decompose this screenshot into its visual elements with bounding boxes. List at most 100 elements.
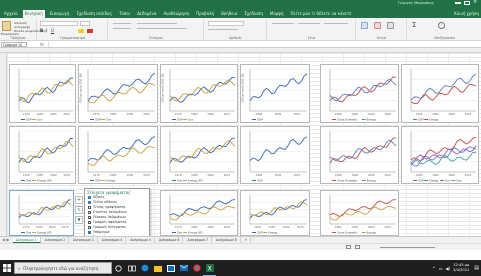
chart-c16[interactable]: 1980 1990 2000 2010 Gross Domestic Energy <box>320 190 399 236</box>
find-select-icon[interactable] <box>438 22 445 29</box>
ribbon-tab[interactable]: Κεντρική <box>22 9 45 18</box>
page-layout-icon[interactable] <box>355 245 360 249</box>
chart-c9[interactable]: 1970 1985 2000 2015 Gas Energy WD <box>160 126 238 184</box>
fx-icon[interactable]: fx <box>40 42 44 47</box>
series-line[interactable] <box>18 200 72 217</box>
number-format-dropdown[interactable] <box>208 21 244 26</box>
scroll-tabs-icon[interactable]: ◀ ▶ <box>2 237 9 242</box>
ribbon-tab[interactable]: Σχεδίαση σελίδας <box>74 10 114 18</box>
font-size-dropdown[interactable] <box>80 21 90 26</box>
ribbon-tab[interactable]: Σχεδίαση <box>242 10 265 18</box>
chart-c13[interactable]: 1970 1985 2000 2015 Gas Energy WD <box>9 190 74 236</box>
user-name[interactable]: Γιώργος Μαρινάκης <box>398 1 434 5</box>
store-icon[interactable] <box>164 260 177 276</box>
align-top-icon[interactable] <box>113 23 131 24</box>
chart-c7[interactable]: 1970 1985 2000 2015 Gas Energy WD <box>9 126 76 184</box>
share-button[interactable]: Κοινή χρήση <box>452 10 481 18</box>
series-line[interactable] <box>18 140 74 163</box>
wrap-text-button[interactable] <box>137 23 177 24</box>
ribbon-tab[interactable]: Τύποι <box>117 10 132 18</box>
series-line[interactable] <box>249 136 308 162</box>
series-line[interactable] <box>329 139 397 162</box>
maximize-icon[interactable] <box>464 1 470 5</box>
normal-view-icon[interactable] <box>346 245 351 249</box>
notifications-icon[interactable]: ▤ <box>474 265 479 271</box>
ribbon-tab[interactable]: Προβολή <box>194 10 216 18</box>
format-cells-icon[interactable] <box>387 22 394 29</box>
mail-icon[interactable] <box>177 260 190 276</box>
series-line[interactable] <box>87 136 156 162</box>
chart-c4[interactable]: 1985 2000 2015 GDP GDP per capita 2010 US$ <box>240 64 310 123</box>
network-icon[interactable]: ▭ <box>439 266 443 271</box>
chrome-icon[interactable] <box>190 260 203 276</box>
autosum-icon[interactable]: Σ <box>412 21 416 29</box>
cortana-icon[interactable] <box>112 260 125 276</box>
series-line[interactable] <box>249 201 308 217</box>
paste-icon[interactable] <box>2 21 11 31</box>
chart-c10[interactable]: 1985 2000 2015 GDP <box>240 126 310 184</box>
cell-styles-button[interactable] <box>324 23 348 24</box>
series-line[interactable] <box>169 79 236 102</box>
checkbox-icon[interactable] <box>88 226 91 229</box>
ribbon-tab[interactable]: Αναθεώρηση <box>161 10 191 18</box>
italic-button[interactable]: I <box>46 28 47 33</box>
series-line[interactable] <box>329 205 397 221</box>
ribbon-tab[interactable]: Πείτε μου τι θέλετε να κάνετε <box>289 10 354 18</box>
chart-c2[interactable]: 1970 1985 2000 2015 GDP Gov GDP per capita 201… <box>78 64 158 123</box>
series-line[interactable] <box>410 73 477 101</box>
checkbox-icon[interactable] <box>88 211 91 214</box>
bold-button[interactable]: B <box>40 28 43 33</box>
align-left-icon[interactable] <box>113 28 131 29</box>
checkbox-icon[interactable] <box>88 206 91 209</box>
chart-c15[interactable]: 1970 1985 2000 2015 GDP Energy <box>240 190 310 236</box>
chart-c1[interactable]: 1970 1985 2000 2015 GDP Gov <box>9 64 76 123</box>
ribbon-tab[interactable]: Βοήθεια <box>219 10 239 18</box>
checkbox-icon[interactable] <box>88 221 91 224</box>
checkbox-icon[interactable] <box>88 196 91 199</box>
chart-styles-button[interactable]: ✎ <box>75 206 83 214</box>
chart-c12[interactable]: 1980 1990 2000 2010 GDP Energy Gov Gas <box>401 126 479 184</box>
font-color-icon[interactable] <box>87 29 93 33</box>
series-line[interactable] <box>87 72 156 102</box>
chart-c8[interactable]: 1970 1985 2000 2015 GDP Energy <box>78 126 158 184</box>
format-as-table-button[interactable] <box>298 23 320 24</box>
checkbox-icon[interactable] <box>88 231 91 234</box>
checkbox-icon[interactable] <box>88 216 91 219</box>
chart-c3[interactable]: 1970 1985 2000 2015 GDP Gov GDP per capita 201… <box>160 64 238 123</box>
minimize-icon[interactable] <box>455 2 461 4</box>
delete-cells-icon[interactable] <box>374 22 381 29</box>
close-icon[interactable]: × <box>473 0 478 5</box>
fill-color-icon[interactable] <box>78 29 84 33</box>
chart-c5[interactable]: 1980 1990 2000 2010 Gross Domestic Energy <box>320 64 399 123</box>
clock[interactable]: 12:43 μμ 5/4/2021 <box>453 263 469 273</box>
font-name-dropdown[interactable] <box>40 21 78 26</box>
chart-filters-button[interactable]: ▼ <box>75 216 83 224</box>
zoom-slider[interactable] <box>380 247 435 248</box>
start-button[interactable] <box>0 260 14 276</box>
merge-center-button[interactable] <box>137 28 187 29</box>
file-explorer-icon[interactable] <box>151 260 164 276</box>
search-box[interactable]: ⌕ Πληκτρολογήστε εδώ για αναζήτηση <box>14 262 112 274</box>
chart-elements-button[interactable]: + <box>75 196 83 204</box>
number-buttons[interactable] <box>208 29 238 30</box>
name-box[interactable]: Γράφημα 10 <box>1 42 27 47</box>
underline-button[interactable]: U <box>51 28 54 33</box>
chevron-up-icon[interactable]: ^ <box>432 266 435 271</box>
volume-icon[interactable]: ◀) <box>445 266 450 271</box>
ribbon-tab[interactable]: Εισαγωγή <box>48 10 72 18</box>
excel-taskbar-icon[interactable]: X <box>203 260 216 276</box>
formula-input[interactable] <box>48 42 478 47</box>
series-line[interactable] <box>169 205 236 221</box>
task-view-icon[interactable] <box>125 260 138 276</box>
ribbon-tab[interactable]: Δεδομένα <box>135 10 158 18</box>
ribbon-tab[interactable]: Αρχείο <box>2 10 20 18</box>
checkbox-icon[interactable] <box>88 201 91 204</box>
conditional-formatting-button[interactable] <box>272 23 294 24</box>
series-line[interactable] <box>169 139 236 162</box>
series-line[interactable] <box>410 151 477 166</box>
edge-icon[interactable] <box>138 260 151 276</box>
chart-c14[interactable]: 1970 1985 2000 2015 Gas Energy WD <box>160 190 238 236</box>
ribbon-tab[interactable]: Μορφή <box>268 10 286 18</box>
series-line[interactable] <box>249 73 308 101</box>
chart-c11[interactable]: 1980 1990 2000 2010 Gross Domestic Energy <box>320 126 399 184</box>
